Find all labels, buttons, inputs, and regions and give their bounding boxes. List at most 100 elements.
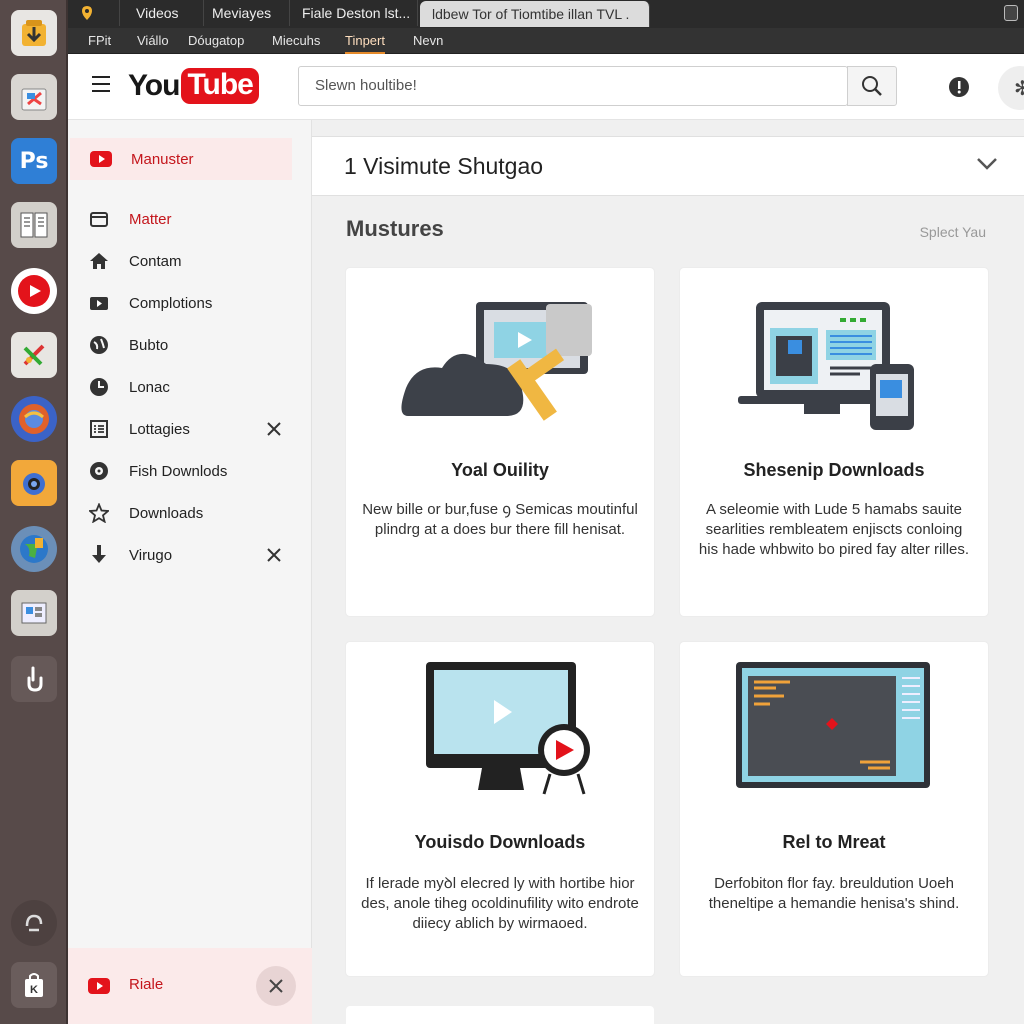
laptop-phone-illustration: [738, 302, 914, 430]
download-manager-icon[interactable]: [11, 10, 57, 56]
list-icon: [88, 419, 110, 439]
star-icon: [88, 503, 110, 523]
playlist-title: 1 Visimute Shutgao: [344, 153, 544, 179]
main-content: 1 Visimute Shutgao Mustures Splect Yau Y…: [312, 120, 1024, 1024]
store-bag-icon[interactable]: [11, 74, 57, 120]
notification-icon[interactable]: [948, 76, 970, 103]
tab-active[interactable]: ldbew Tor of Tiomtibe illan TVL .: [420, 1, 650, 27]
youtube-play-icon: [88, 976, 110, 996]
tab-meviayes[interactable]: Meviayes: [200, 0, 290, 26]
playlist-header[interactable]: 1 Visimute Shutgao: [312, 136, 1024, 196]
photoshop-icon[interactable]: Ps: [11, 138, 57, 184]
home-icon: [88, 251, 110, 271]
sidebar: Manuster Matter Contam Complotions Bubto…: [68, 120, 312, 1024]
sync-icon[interactable]: [11, 900, 57, 946]
app-dock: Ps K: [0, 0, 68, 1024]
chevron-down-icon[interactable]: [976, 157, 998, 176]
editor-screen-illustration: [736, 662, 930, 788]
card-description: If lerade myꝺl elecred ly with hortibe h…: [361, 875, 639, 932]
youtube-app-icon[interactable]: [11, 268, 57, 314]
site-header: You Tube Slewn houltibe! ✻: [68, 54, 1024, 120]
menu-fpit[interactable]: FPit: [88, 28, 111, 54]
sidebar-item-label: Lottagies: [129, 420, 190, 438]
feature-card[interactable]: Yoal Ouility New bille or bur,fuse ꝯ Sem…: [346, 268, 654, 616]
svg-text:K: K: [30, 984, 38, 996]
maps-globe-icon[interactable]: [11, 526, 57, 572]
feature-card[interactable]: Rel to Mreat Derfobiton flor fay. breuld…: [680, 642, 988, 976]
sidebar-footer-label[interactable]: Riale: [129, 976, 163, 993]
youtube-play-icon: [90, 149, 112, 169]
menu-dougatop[interactable]: Dóugatop: [188, 28, 244, 54]
sidebar-item-complotions[interactable]: Complotions: [68, 282, 312, 324]
sidebar-item-label: Lonac: [129, 378, 170, 396]
monitor-play-illustration: [426, 662, 590, 795]
sidebar-item-contam[interactable]: Contam: [68, 240, 312, 282]
card-description: Derfobiton flor fay. breuldution Uoeh th…: [708, 875, 960, 912]
sidebar-item-matter[interactable]: Matter: [68, 198, 312, 240]
sidebar-item-lottagies[interactable]: Lottagies: [68, 408, 312, 450]
logo-tube-text: Tube: [181, 68, 259, 104]
disc-icon: [88, 461, 110, 481]
select-dropdown[interactable]: Splect Yau: [920, 224, 986, 240]
video-camera-icon: [88, 293, 110, 313]
location-pin-icon[interactable]: [68, 0, 120, 26]
globe-icon: [88, 335, 110, 355]
feature-card[interactable]: Youisdo Downloads If lerade myꝺl elecred…: [346, 642, 654, 976]
search-input[interactable]: Slewn houltibe!: [298, 66, 848, 106]
logo-you-text: You: [128, 69, 180, 102]
camera-app-icon[interactable]: [11, 460, 57, 506]
touch-gesture-icon[interactable]: [11, 656, 57, 702]
sidebar-footer: Riale: [68, 948, 312, 1024]
sidebar-item-bubto[interactable]: Bubto: [68, 324, 312, 366]
sidebar-item-label: Virugo: [129, 546, 173, 564]
sidebar-item-manuster[interactable]: Manuster: [70, 138, 292, 180]
sidebar-item-lonac[interactable]: Lonac: [68, 366, 312, 408]
close-icon: [269, 979, 283, 993]
close-icon[interactable]: [264, 419, 284, 439]
folder-icon: [88, 209, 110, 229]
book-reader-icon[interactable]: [11, 202, 57, 248]
sidebar-item-label: Contam: [129, 252, 182, 270]
feature-card[interactable]: Shesenip Downloads A seleomie with Lude …: [680, 268, 988, 616]
cloud-video-illustration: [401, 302, 592, 421]
search-button[interactable]: [847, 66, 897, 106]
search-icon: [862, 76, 882, 96]
download-arrow-icon: [88, 545, 110, 565]
window-control-button[interactable]: [1004, 5, 1018, 21]
sidebar-item-fish-downlods[interactable]: Fish Downlods: [68, 450, 312, 492]
card-title: Shesenip Downloads: [743, 460, 925, 480]
card-description: New bille or bur,fuse ꝯ Semicas moutinfu…: [362, 501, 638, 538]
hamburger-menu-icon[interactable]: [92, 76, 110, 92]
menu-tinpert[interactable]: Tinpert: [345, 28, 385, 54]
card-title: Youisdo Downloads: [414, 832, 586, 852]
menu-nevn[interactable]: Nevn: [413, 28, 443, 54]
clock-icon: [88, 377, 110, 397]
sidebar-item-label: Fish Downlods: [129, 462, 228, 480]
browser-tab-bar: Videos Meviayes Fiale Deston lst... ldbe…: [68, 0, 1024, 28]
tab-videos[interactable]: Videos: [124, 0, 204, 26]
close-footer-button[interactable]: [256, 966, 296, 1006]
menu-miecuhs[interactable]: Miecuhs: [272, 28, 320, 54]
sidebar-item-label: Bubto: [129, 336, 169, 354]
screen-capture-icon[interactable]: [11, 590, 57, 636]
card-description: A seleomie with Lude 5 hamabs sauite sea…: [698, 501, 970, 558]
settings-gear-icon[interactable]: ✻: [998, 66, 1024, 110]
close-icon[interactable]: [264, 545, 284, 565]
card-title: Yoal Ouility: [451, 460, 549, 480]
section-title: Mustures: [346, 216, 444, 241]
sidebar-item-label: Matter: [129, 210, 172, 228]
menu-viallo[interactable]: Viállo: [137, 28, 169, 54]
sidebar-item-virugo[interactable]: Virugo: [68, 534, 312, 576]
youtube-logo[interactable]: You Tube: [128, 66, 259, 106]
sidebar-item-label: Complotions: [129, 294, 213, 312]
sidebar-item-downloads[interactable]: Downloads: [68, 492, 312, 534]
tab-fiale-deston[interactable]: Fiale Deston lst...: [290, 0, 418, 26]
sidebar-item-label: Downloads: [129, 504, 204, 522]
browser-globe-icon[interactable]: [11, 396, 57, 442]
card-title: Rel to Mreat: [782, 832, 886, 852]
menu-bar: FPit Viállo Dóugatop Miecuhs Tinpert Nev…: [68, 28, 1024, 54]
shopping-bag-icon[interactable]: K: [11, 962, 57, 1008]
tools-icon[interactable]: [11, 332, 57, 378]
sidebar-item-label: Manuster: [131, 150, 194, 168]
feature-card-partial: [346, 1006, 654, 1024]
